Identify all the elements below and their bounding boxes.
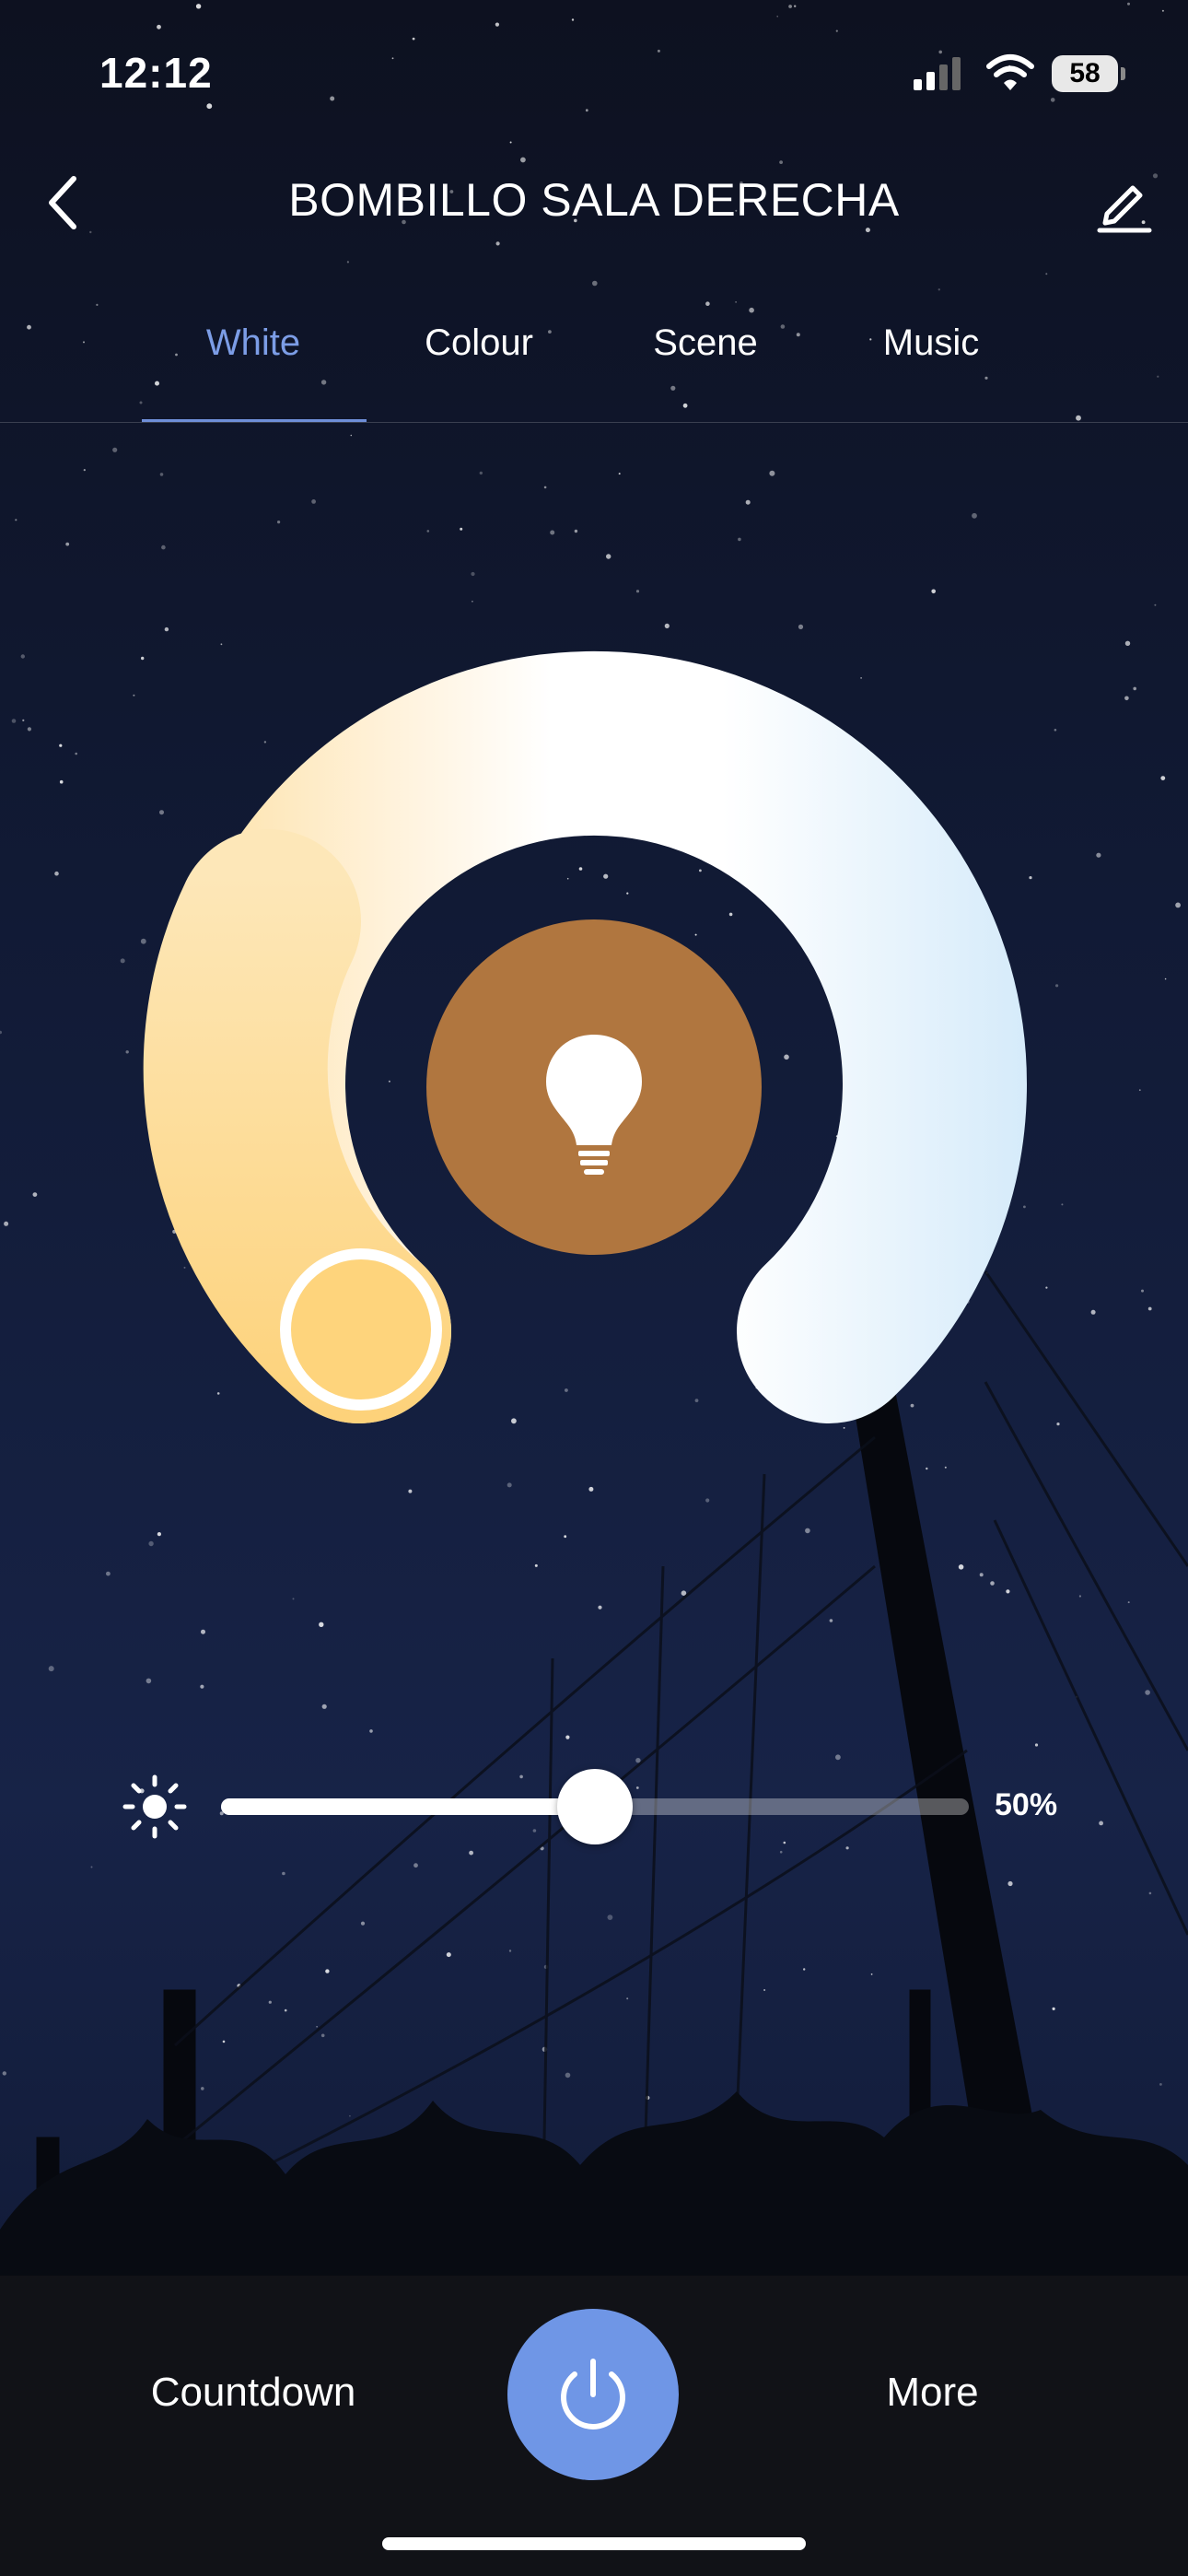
countdown-button[interactable]: Countdown bbox=[101, 2370, 405, 2416]
brightness-value: 50% bbox=[995, 1787, 1058, 1822]
brightness-slider[interactable] bbox=[221, 1769, 969, 1844]
status-time: 12:12 bbox=[99, 49, 213, 97]
power-icon bbox=[561, 2359, 625, 2430]
tab-music[interactable]: Music bbox=[821, 322, 1042, 364]
edit-button[interactable] bbox=[1087, 166, 1160, 240]
battery-indicator: 58 bbox=[1052, 55, 1125, 92]
brightness-slider-thumb[interactable] bbox=[557, 1769, 633, 1844]
tab-divider bbox=[0, 422, 1188, 423]
temperature-thumb[interactable] bbox=[280, 1248, 442, 1411]
signal-icon bbox=[914, 57, 961, 90]
more-button[interactable]: More bbox=[829, 2370, 1036, 2416]
tab-white[interactable]: White bbox=[143, 322, 364, 364]
brightness-slider-fill bbox=[221, 1798, 595, 1815]
pencil-icon bbox=[1097, 185, 1152, 233]
wifi-icon bbox=[986, 54, 1034, 90]
power-button[interactable] bbox=[507, 2309, 679, 2480]
sun-icon bbox=[122, 1774, 188, 1840]
device-title: BOMBILLO SALA DERECHA bbox=[288, 174, 900, 226]
color-temperature-dial[interactable] bbox=[0, 626, 1188, 1456]
status-icons: 58 bbox=[912, 52, 1133, 98]
home-indicator bbox=[382, 2537, 806, 2550]
tab-colour[interactable]: Colour bbox=[368, 322, 589, 364]
tab-scene[interactable]: Scene bbox=[595, 322, 816, 364]
